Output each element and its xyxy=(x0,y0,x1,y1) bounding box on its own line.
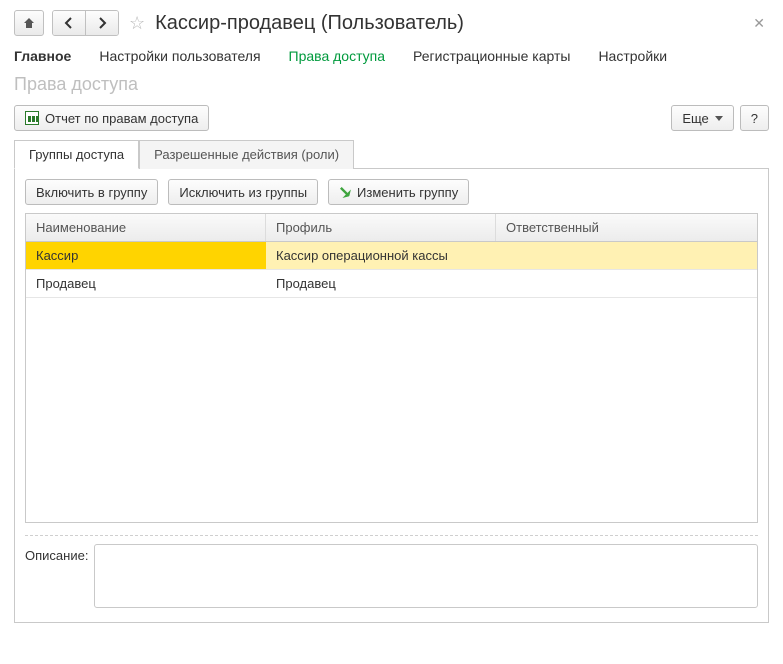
table-row[interactable]: Продавец Продавец xyxy=(26,270,757,298)
cell-name: Продавец xyxy=(26,270,266,297)
chevron-down-icon xyxy=(715,116,723,121)
description-textarea[interactable] xyxy=(94,544,758,608)
description-label: Описание: xyxy=(25,544,88,563)
back-button[interactable] xyxy=(53,11,86,35)
cell-profile: Кассир операционной кассы xyxy=(266,242,496,269)
tab-access-groups[interactable]: Группы доступа xyxy=(14,140,139,169)
tab-allowed-actions[interactable]: Разрешенные действия (роли) xyxy=(139,140,354,169)
tab-panel-access-groups: Включить в группу Исключить из группы Из… xyxy=(14,169,769,623)
report-icon xyxy=(25,111,39,125)
nav-back-forward xyxy=(52,10,119,36)
favorite-star-icon[interactable]: ☆ xyxy=(127,13,147,34)
group-actions: Включить в группу Исключить из группы Из… xyxy=(25,179,758,205)
cell-profile: Продавец xyxy=(266,270,496,297)
pencil-icon xyxy=(337,184,354,201)
arrow-right-icon xyxy=(96,17,108,29)
arrow-left-icon xyxy=(63,17,75,29)
description-field-row: Описание: xyxy=(25,544,758,608)
menu-registration-cards[interactable]: Регистрационные карты xyxy=(413,48,570,64)
edit-group-label: Изменить группу xyxy=(357,185,458,200)
tabs: Группы доступа Разрешенные действия (рол… xyxy=(14,139,769,169)
cell-responsible xyxy=(496,242,757,269)
access-groups-table: Наименование Профиль Ответственный Касси… xyxy=(25,213,758,523)
exclude-from-group-button[interactable]: Исключить из группы xyxy=(168,179,318,205)
th-responsible[interactable]: Ответственный xyxy=(496,214,757,241)
more-button-label: Еще xyxy=(682,111,708,126)
topbar: ☆ Кассир-продавец (Пользователь) ✕ xyxy=(14,10,769,36)
table-header: Наименование Профиль Ответственный xyxy=(26,214,757,242)
help-button[interactable]: ? xyxy=(740,105,769,131)
edit-group-button[interactable]: Изменить группу xyxy=(328,179,469,205)
report-access-rights-button[interactable]: Отчет по правам доступа xyxy=(14,105,209,131)
menu-main[interactable]: Главное xyxy=(14,48,71,64)
toolbar: Отчет по правам доступа Еще ? xyxy=(14,105,769,131)
report-button-label: Отчет по правам доступа xyxy=(45,111,198,126)
menu-user-settings[interactable]: Настройки пользователя xyxy=(99,48,260,64)
th-name[interactable]: Наименование xyxy=(26,214,266,241)
table-row[interactable]: Кассир Кассир операционной кассы xyxy=(26,242,757,270)
menu-access-rights[interactable]: Права доступа xyxy=(289,48,385,64)
cell-responsible xyxy=(496,270,757,297)
divider xyxy=(25,535,758,536)
window-title: Кассир-продавец (Пользователь) xyxy=(155,12,741,35)
th-profile[interactable]: Профиль xyxy=(266,214,496,241)
main-menu: Главное Настройки пользователя Права дос… xyxy=(14,48,769,64)
forward-button[interactable] xyxy=(86,11,118,35)
menu-settings[interactable]: Настройки xyxy=(598,48,667,64)
home-button[interactable] xyxy=(14,10,44,36)
home-icon xyxy=(23,17,35,29)
table-body[interactable]: Кассир Кассир операционной кассы Продаве… xyxy=(26,242,757,522)
cell-name: Кассир xyxy=(26,242,266,269)
page-subtitle: Права доступа xyxy=(14,74,769,95)
more-button[interactable]: Еще xyxy=(671,105,733,131)
include-in-group-button[interactable]: Включить в группу xyxy=(25,179,158,205)
close-button[interactable]: ✕ xyxy=(749,11,769,36)
